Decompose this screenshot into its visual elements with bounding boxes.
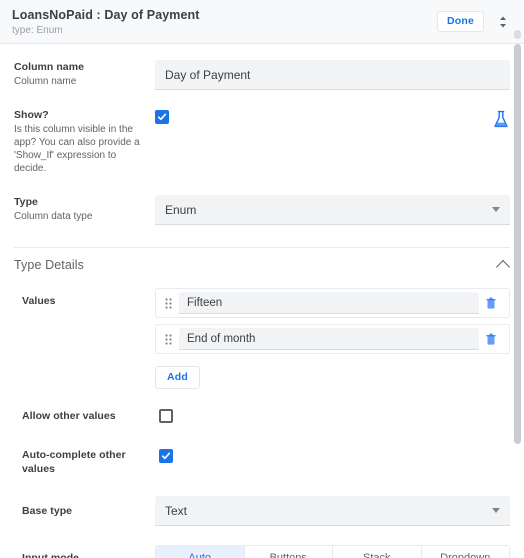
row-column-name: Column name Column name Day of Payment [0,44,524,90]
input-mode-option-stack[interactable]: Stack [333,546,422,558]
value-input[interactable]: Fifteen [179,292,479,314]
page-subtitle: type: Enum [12,25,63,36]
input-mode-label: Input mode [22,552,80,558]
row-type: Type Column data type Enum [0,175,524,225]
base-type-label-group: Base type [22,496,155,526]
column-name-input[interactable]: Day of Payment [155,60,510,90]
input-mode-label-group: Input mode [22,545,155,558]
column-name-sublabel: Column name [14,76,77,87]
drag-handle-icon[interactable] [162,297,174,309]
input-mode-option-auto[interactable]: Auto [156,546,245,558]
base-type-select[interactable]: Text [155,496,510,526]
done-button[interactable]: Done [436,11,484,32]
autocomplete-other-values-checkbox[interactable] [159,449,173,463]
type-sublabel: Column data type [14,211,93,222]
input-mode-segmented-control: Auto Buttons Stack Dropdown [155,545,510,558]
row-input-mode: Input mode Auto Buttons Stack Dropdown [0,526,524,558]
autocomplete-field-col [155,448,510,476]
allow-other-values-label-group: Allow other values [22,409,155,428]
allow-other-values-checkbox[interactable] [159,409,173,423]
unfold-more-icon[interactable] [494,13,512,31]
panel-header: LoansNoPaid : Day of Payment type: Enum … [0,0,524,44]
row-values: Values Fifteen End of month Add [0,282,524,389]
values-label-group: Values [22,288,155,389]
type-field-col: Enum [155,195,510,225]
show-checkbox[interactable] [155,110,169,124]
page-title: LoansNoPaid : Day of Payment [12,8,200,22]
base-type-select-value: Text [165,503,188,518]
column-name-field-col: Day of Payment [155,60,510,90]
type-label-group: Type Column data type [14,195,155,225]
trash-icon[interactable] [479,333,503,346]
column-name-label: Column name [14,61,84,73]
row-show: Show? Is this column visible in the app?… [0,90,524,175]
type-select-value: Enum [165,202,197,217]
autocomplete-other-values-label: Auto-complete other values [22,449,126,475]
chevron-up-icon[interactable] [495,259,511,275]
column-settings-panel: LoansNoPaid : Day of Payment type: Enum … [0,0,524,558]
type-details-title: Type Details [14,258,84,272]
scrollbar-thumb[interactable] [514,44,521,444]
type-select[interactable]: Enum [155,195,510,225]
chevron-down-icon [492,508,500,513]
header-actions: Done [436,6,512,32]
header-titles: LoansNoPaid : Day of Payment type: Enum [12,6,437,38]
flask-icon[interactable] [492,110,510,135]
value-input[interactable]: End of month [179,328,479,350]
input-mode-option-buttons[interactable]: Buttons [244,546,333,558]
values-label: Values [22,295,56,307]
input-mode-option-dropdown[interactable]: Dropdown [421,546,509,558]
type-label: Type [14,196,38,208]
type-details-header[interactable]: Type Details [0,248,524,282]
row-base-type: Base type Text [0,476,524,526]
row-allow-other-values: Allow other values [0,389,524,428]
add-value-wrap: Add [155,360,510,389]
panel-body: Column name Column name Day of Payment S… [0,44,524,558]
values-field-col: Fifteen End of month Add [155,288,510,389]
input-mode-field-col: Auto Buttons Stack Dropdown [155,545,510,558]
table-row: End of month [155,324,510,354]
trash-icon[interactable] [479,297,503,310]
allow-other-values-label: Allow other values [22,410,116,422]
row-autocomplete-other-values: Auto-complete other values [0,428,524,476]
show-field-col [155,108,510,175]
allow-other-values-field-col [155,409,510,428]
base-type-label: Base type [22,505,73,517]
base-type-field-col: Text [155,496,510,526]
scrollbar-corner [514,30,521,39]
show-label-group: Show? Is this column visible in the app?… [14,108,155,175]
show-sublabel: Is this column visible in the app? You c… [14,124,140,174]
column-name-label-group: Column name Column name [14,60,155,90]
drag-handle-icon[interactable] [162,333,174,345]
add-value-button[interactable]: Add [155,366,201,389]
chevron-down-icon [492,207,500,212]
table-row: Fifteen [155,288,510,318]
autocomplete-label-group: Auto-complete other values [22,448,155,476]
show-label: Show? [14,109,49,121]
